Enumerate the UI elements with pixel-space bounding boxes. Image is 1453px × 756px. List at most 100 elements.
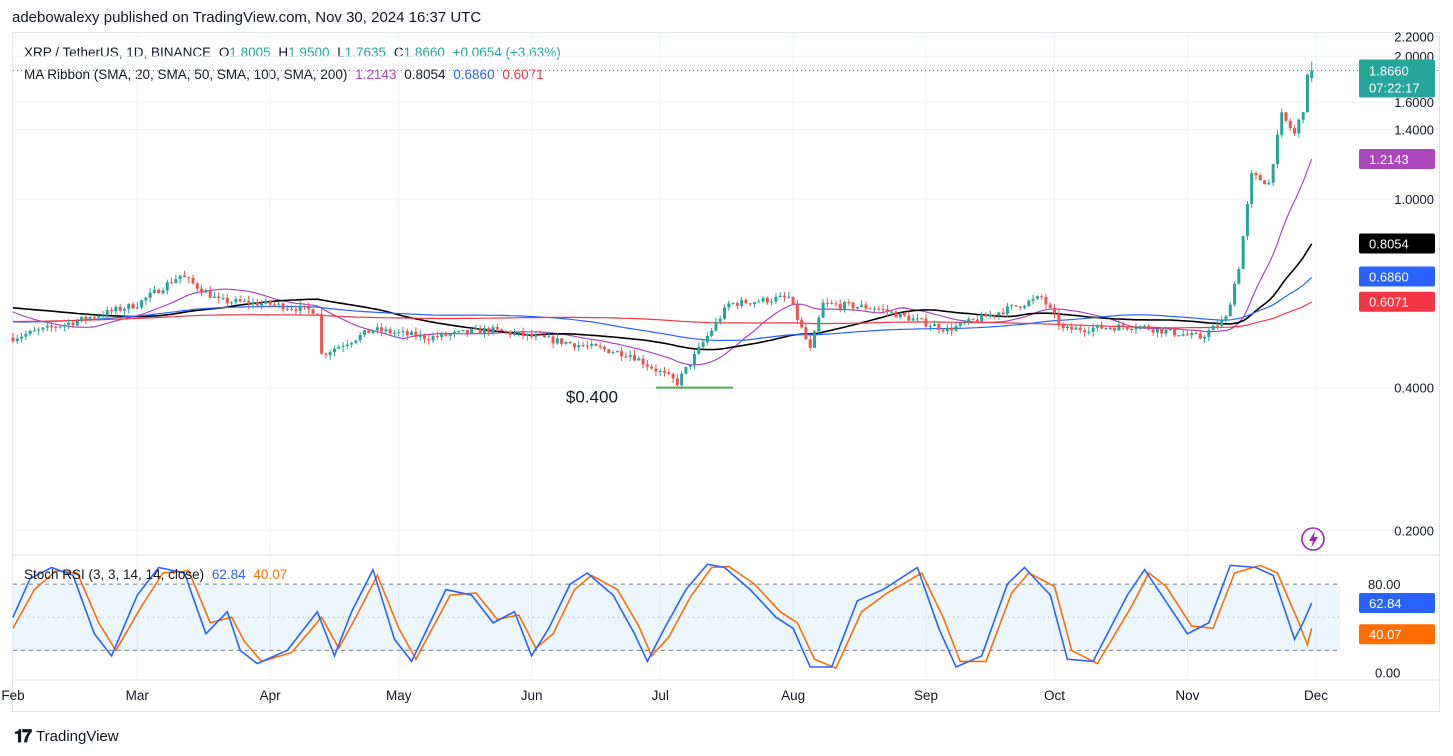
candle-body xyxy=(1061,325,1065,329)
candle-body xyxy=(577,345,581,348)
candle-body xyxy=(620,351,624,357)
candle-body xyxy=(744,299,748,304)
candle-body xyxy=(448,334,452,336)
candle-body xyxy=(118,306,122,311)
candle-body xyxy=(1053,307,1057,314)
candle-body xyxy=(32,330,36,332)
stoch-d-value: 40.07 xyxy=(253,567,288,582)
candle-body xyxy=(144,297,148,301)
candle-body xyxy=(800,319,804,328)
candle-body xyxy=(971,318,975,320)
candle-body xyxy=(302,305,306,307)
candle-body xyxy=(20,336,24,339)
candle-body xyxy=(315,313,319,315)
candle-body xyxy=(795,304,799,320)
candle-body xyxy=(1275,134,1279,165)
candle-body xyxy=(1065,326,1069,329)
candle-body xyxy=(1297,119,1301,134)
candle-body xyxy=(260,303,264,306)
candle-body xyxy=(628,355,632,357)
candle-body xyxy=(890,311,894,313)
candle-body xyxy=(547,336,551,338)
candle-body xyxy=(560,338,564,344)
candle-body xyxy=(277,303,281,305)
candle-body xyxy=(654,368,658,372)
candle-body xyxy=(1271,164,1275,183)
candle-body xyxy=(1280,112,1284,135)
candle-body xyxy=(915,318,919,320)
time-tick: May xyxy=(386,688,412,703)
stoch-label[interactable]: Stoch RSI (3, 3, 14, 14, close) xyxy=(24,567,204,582)
candles[interactable] xyxy=(11,61,1314,390)
candle-body xyxy=(937,324,941,330)
candle-body xyxy=(1095,324,1099,328)
candle-body xyxy=(1293,128,1297,134)
candle-body xyxy=(740,299,744,306)
candle-body xyxy=(765,297,769,303)
candle-body xyxy=(877,308,881,310)
candle-body xyxy=(62,324,66,327)
stoch-tick-80: 80.00 xyxy=(1368,577,1401,592)
candle-body xyxy=(311,309,315,314)
candle-body xyxy=(572,343,576,348)
lightning-icon[interactable] xyxy=(1301,527,1325,551)
ma20-badge-value: 1.2143 xyxy=(1369,152,1409,167)
candle-body xyxy=(131,303,135,309)
candle-body xyxy=(615,351,619,353)
candle-body xyxy=(187,277,191,279)
candle-body xyxy=(1250,173,1254,205)
candle-body xyxy=(945,327,949,332)
tradingview-logo-icon: 𝟏𝟕 xyxy=(14,726,32,746)
candle-body xyxy=(881,308,885,310)
candle-body xyxy=(15,338,19,342)
candle-body xyxy=(281,303,285,310)
ma100-badge-value: 0.6860 xyxy=(1369,270,1409,285)
candle-body xyxy=(662,371,667,373)
candle-body xyxy=(80,316,84,321)
candle-body xyxy=(538,334,542,336)
candle-body xyxy=(783,295,787,297)
candle-body xyxy=(332,348,336,353)
candle-body xyxy=(431,336,435,341)
candle-body xyxy=(1263,180,1267,185)
candle-body xyxy=(1190,333,1194,336)
candle-body xyxy=(710,330,714,336)
candle-body xyxy=(933,324,937,327)
candle-body xyxy=(247,300,251,305)
candle-body xyxy=(855,306,859,309)
time-tick: Oct xyxy=(1044,688,1065,703)
candle-body xyxy=(427,339,431,341)
candle-body xyxy=(1048,304,1052,308)
candle-body xyxy=(517,331,521,333)
candle-body xyxy=(1181,334,1185,336)
candle-body xyxy=(1215,325,1219,327)
support-label: $0.400 xyxy=(566,388,618,407)
candle-body xyxy=(1014,305,1018,307)
candle-body xyxy=(731,303,735,305)
candle-body xyxy=(170,282,174,284)
candle-body xyxy=(834,303,838,305)
candle-body xyxy=(714,321,718,331)
time-tick: Aug xyxy=(781,688,805,703)
candle-body xyxy=(508,331,512,335)
candle-body xyxy=(470,329,474,334)
candle-body xyxy=(54,327,58,329)
price-chart[interactable]: $0.400 2.20002.00001.60001.40001.00000.4… xyxy=(0,0,1453,756)
candle-body xyxy=(474,328,478,330)
candle-body xyxy=(1100,324,1104,329)
candle-body xyxy=(1078,327,1082,331)
candle-body xyxy=(761,297,765,302)
candle-body xyxy=(688,364,692,367)
candle-body xyxy=(341,346,345,348)
candle-body xyxy=(954,325,958,331)
candle-body xyxy=(1220,319,1224,326)
time-tick: Feb xyxy=(1,688,24,703)
tradingview-footer[interactable]: 𝟏𝟕 TradingView xyxy=(14,726,119,747)
countdown-value: 07:22:17 xyxy=(1369,81,1420,96)
candle-body xyxy=(530,333,534,337)
time-axis[interactable]: Feb Mar Apr May Jun Jul Aug Sep Oct Nov Dec xyxy=(1,688,1328,703)
candle-body xyxy=(320,313,324,354)
stoch-k-value: 62.84 xyxy=(211,567,246,582)
candle-body xyxy=(1168,328,1172,330)
candle-body xyxy=(195,283,199,289)
